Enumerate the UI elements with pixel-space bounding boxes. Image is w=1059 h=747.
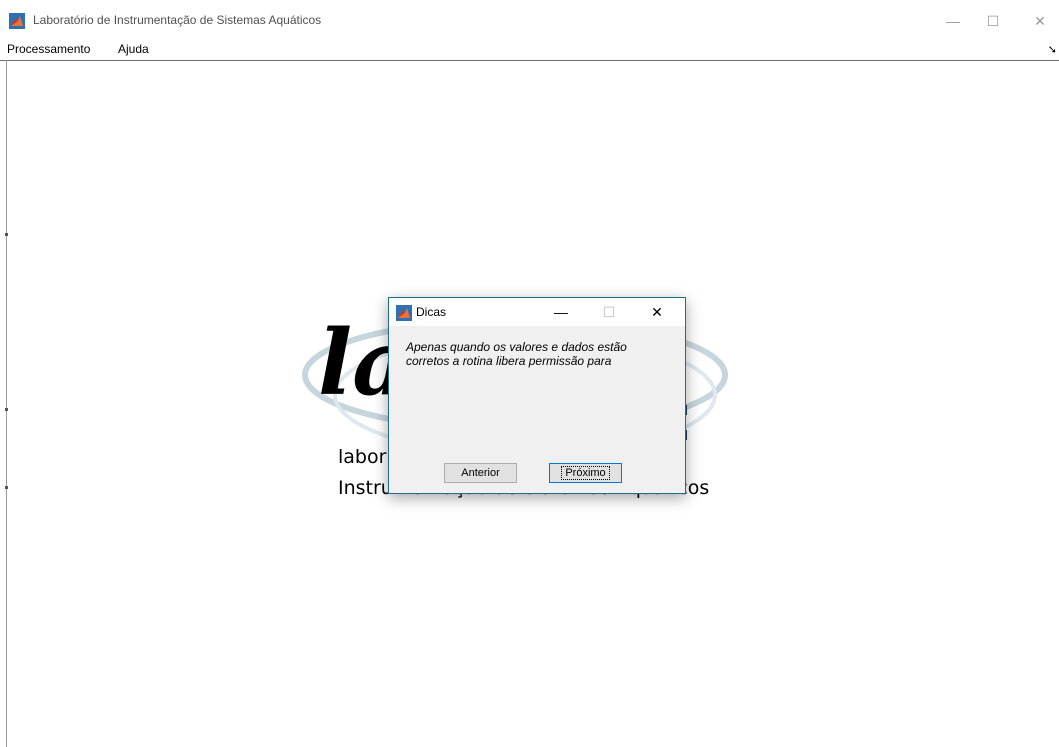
next-button-label: Próximo bbox=[561, 466, 610, 480]
menu-bar: Processamento Ajuda ➘ bbox=[0, 38, 1059, 61]
dialog-title: Dicas bbox=[416, 305, 447, 319]
logo-text-line1: labor bbox=[338, 446, 387, 468]
border-mark bbox=[5, 408, 8, 411]
matlab-icon bbox=[9, 13, 25, 29]
dialog-minimize-button[interactable]: — bbox=[544, 301, 578, 323]
border-mark bbox=[5, 486, 8, 489]
window-left-border bbox=[6, 60, 7, 747]
maximize-button[interactable]: ☐ bbox=[971, 6, 1015, 36]
main-title-bar: Laboratório de Instrumentação de Sistema… bbox=[0, 0, 1059, 40]
toolbar-overflow-icon[interactable]: ➘ bbox=[1048, 43, 1057, 56]
close-button[interactable]: ✕ bbox=[1018, 6, 1059, 36]
dialog-close-button[interactable]: ✕ bbox=[640, 301, 674, 323]
dialog-title-bar: Dicas — ☐ ✕ bbox=[389, 298, 685, 326]
window-title: Laboratório de Instrumentação de Sistema… bbox=[33, 13, 322, 27]
menu-processamento[interactable]: Processamento bbox=[7, 42, 90, 56]
menu-ajuda[interactable]: Ajuda bbox=[118, 42, 149, 56]
next-button[interactable]: Próximo bbox=[549, 463, 622, 483]
minimize-button[interactable]: — bbox=[931, 6, 975, 36]
tip-message: Apenas quando os valores e dados estão c… bbox=[406, 340, 627, 368]
previous-button[interactable]: Anterior bbox=[444, 463, 517, 483]
border-mark bbox=[5, 233, 8, 236]
dialog-maximize-button: ☐ bbox=[602, 303, 616, 320]
tips-dialog: Dicas — ☐ ✕ Apenas quando os valores e d… bbox=[388, 297, 686, 494]
matlab-icon bbox=[396, 305, 412, 321]
